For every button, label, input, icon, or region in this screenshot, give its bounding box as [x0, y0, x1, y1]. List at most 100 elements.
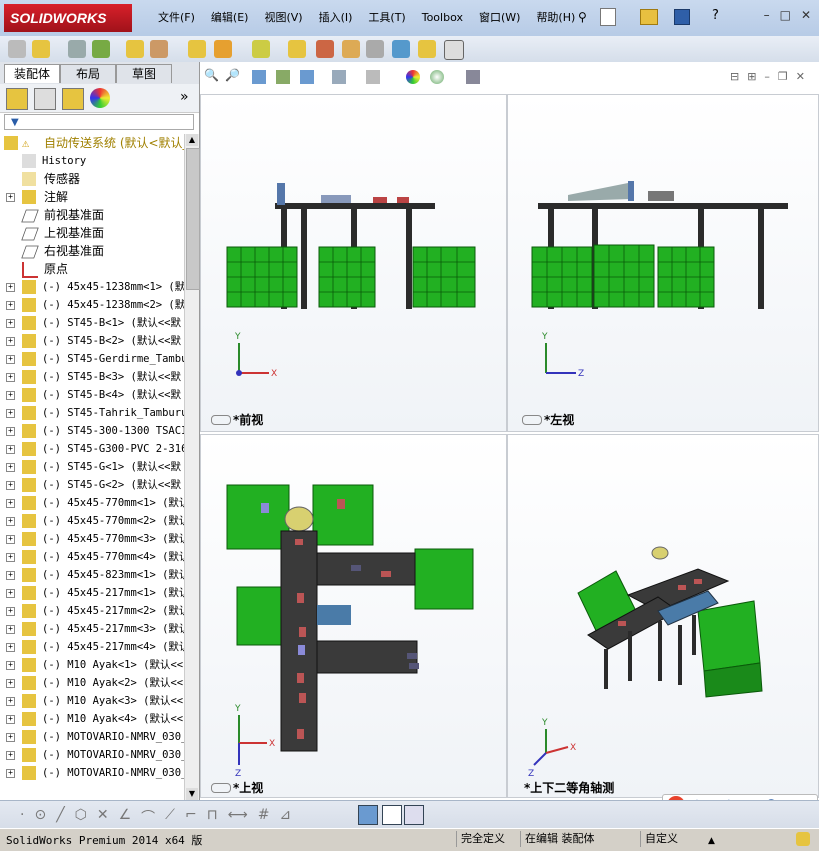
- tree-item[interactable]: + (-) ST45-G<1> (默认<<默: [0, 458, 184, 476]
- edit-appearance-icon[interactable]: [406, 70, 420, 84]
- expand-toggle-icon[interactable]: +: [6, 355, 15, 364]
- tree-item[interactable]: + (-) MOTOVARIO-NMRV_030_: [0, 746, 184, 764]
- tree-item[interactable]: + (-) ST45-G<2> (默认<<默: [0, 476, 184, 494]
- expand-toggle-icon[interactable]: +: [6, 337, 15, 346]
- expand-toggle-icon[interactable]: +: [6, 769, 15, 778]
- expand-toggle-icon[interactable]: +: [6, 391, 15, 400]
- tree-item[interactable]: + (-) 45x45-217mm<4> (默认: [0, 638, 184, 656]
- circle-icon[interactable]: ⊙: [34, 807, 46, 827]
- exploded-view-icon[interactable]: [342, 40, 360, 58]
- tree-item[interactable]: + (-) 45x45-1238mm<2> (默: [0, 296, 184, 314]
- take-snapshot-icon[interactable]: [444, 40, 464, 60]
- expand-toggle-icon[interactable]: +: [6, 445, 15, 454]
- new-motion-study-icon[interactable]: [288, 40, 306, 58]
- units-dropdown-icon[interactable]: ▲: [708, 831, 715, 851]
- tab-layout[interactable]: 布局: [60, 64, 116, 83]
- viewport-top[interactable]: Y X Z *上视: [200, 434, 507, 798]
- viewport-restore-icon[interactable]: ❐: [778, 70, 788, 83]
- previous-view-icon[interactable]: [252, 70, 266, 84]
- expand-toggle-icon[interactable]: +: [6, 517, 15, 526]
- tree-item[interactable]: + (-) M10 Ayak<4> (默认<<: [0, 710, 184, 728]
- tree-item[interactable]: + (-) ST45-B<2> (默认<<默: [0, 332, 184, 350]
- tree-item[interactable]: + (-) 45x45-770mm<2> (默认: [0, 512, 184, 530]
- expand-toggle-icon[interactable]: +: [6, 733, 15, 742]
- tab-assembly[interactable]: 装配体: [4, 64, 60, 83]
- expand-toggle-icon[interactable]: +: [6, 751, 15, 760]
- tree-item[interactable]: + (-) 45x45-823mm<1> (默认: [0, 566, 184, 584]
- instant3d-icon[interactable]: [392, 40, 410, 58]
- tree-item[interactable]: 上视基准面: [0, 224, 184, 242]
- tree-item[interactable]: + (-) M10 Ayak<1> (默认<<: [0, 656, 184, 674]
- shaded-view-icon[interactable]: [358, 805, 378, 825]
- menu-help[interactable]: 帮助(H): [528, 9, 583, 27]
- tree-scrollbar[interactable]: ▲ ▼: [184, 134, 200, 800]
- expand-toggle-icon[interactable]: +: [6, 193, 15, 202]
- tree-item[interactable]: + (-) MOTOVARIO-NMRV_030_: [0, 728, 184, 746]
- expand-toggle-icon[interactable]: +: [6, 463, 15, 472]
- show-hidden-icon[interactable]: [188, 40, 206, 58]
- assembly-icon[interactable]: [8, 40, 26, 58]
- assembly-features-icon[interactable]: [214, 40, 232, 58]
- move-component-icon[interactable]: [150, 40, 168, 58]
- tree-item[interactable]: + (-) ST45-B<4> (默认<<默: [0, 386, 184, 404]
- property-manager-icon[interactable]: [34, 88, 56, 110]
- graphics-area[interactable]: 🔍 🔎 ⊟ ⊞ – ❐ ✕ Y X *前视 Y Z *左视 Y X Z *上视 …: [200, 62, 819, 816]
- view-orientation-icon[interactable]: [300, 70, 314, 84]
- expand-toggle-icon[interactable]: +: [6, 697, 15, 706]
- corner-icon[interactable]: ⌐: [185, 807, 197, 827]
- expand-toggle-icon[interactable]: +: [6, 535, 15, 544]
- reference-geometry-icon[interactable]: [252, 40, 270, 58]
- viewport-tile-icon[interactable]: ⊟: [730, 70, 739, 83]
- expand-toggle-icon[interactable]: +: [6, 607, 15, 616]
- expand-toggle-icon[interactable]: +: [6, 427, 15, 436]
- filter-icon[interactable]: ▼: [11, 117, 19, 128]
- tree-item[interactable]: + (-) 45x45-1238mm<1> (默: [0, 278, 184, 296]
- tree-item[interactable]: + (-) MOTOVARIO-NMRV_030_: [0, 764, 184, 782]
- polygon-icon[interactable]: ⬡: [75, 807, 87, 827]
- tree-item[interactable]: + (-) 45x45-217mm<3> (默认: [0, 620, 184, 638]
- expand-toggle-icon[interactable]: +: [6, 571, 15, 580]
- scroll-thumb[interactable]: [186, 148, 200, 290]
- configuration-manager-icon[interactable]: [62, 88, 84, 110]
- expand-toggle-icon[interactable]: +: [6, 589, 15, 598]
- viewport-close-icon[interactable]: ✕: [796, 70, 805, 83]
- status-units[interactable]: 自定义: [640, 831, 682, 847]
- menu-window[interactable]: 窗口(W): [471, 9, 528, 27]
- maximize-button[interactable]: □: [780, 8, 791, 22]
- view-orientation-toggle-icon[interactable]: [211, 783, 231, 793]
- tree-root[interactable]: ⚠ 自动传送系统 (默认<默认_: [0, 134, 184, 152]
- tree-item[interactable]: History: [0, 152, 184, 170]
- menu-tools[interactable]: 工具(T): [360, 9, 413, 27]
- line-icon[interactable]: ╱: [56, 807, 64, 827]
- rebuild-status-icon[interactable]: [796, 832, 810, 846]
- save-icon[interactable]: [674, 9, 690, 25]
- tree-item[interactable]: 传感器: [0, 170, 184, 188]
- linear-pattern-icon[interactable]: [92, 40, 110, 58]
- zoom-area-icon[interactable]: 🔎: [225, 68, 240, 82]
- expand-toggle-icon[interactable]: +: [6, 625, 15, 634]
- expand-toggle-icon[interactable]: +: [6, 499, 15, 508]
- tree-item[interactable]: + (-) ST45-Tahrik_Tamburu: [0, 404, 184, 422]
- feature-manager-icon[interactable]: [6, 88, 28, 110]
- expand-panel-icon[interactable]: »: [180, 89, 189, 105]
- viewport-isometric[interactable]: Y X Z *上下二等角轴测: [507, 434, 819, 798]
- view-orientation-toggle-icon[interactable]: [522, 415, 542, 425]
- viewport-left[interactable]: Y Z *左视: [507, 94, 819, 432]
- tree-item[interactable]: + (-) ST45-B<3> (默认<<默: [0, 368, 184, 386]
- expand-toggle-icon[interactable]: +: [6, 301, 15, 310]
- scroll-down-icon[interactable]: ▼: [186, 788, 198, 800]
- expand-toggle-icon[interactable]: +: [6, 409, 15, 418]
- fillet-icon[interactable]: ⌒: [141, 807, 155, 827]
- expand-toggle-icon[interactable]: +: [6, 373, 15, 382]
- relation-icon[interactable]: ⊿: [279, 807, 291, 827]
- mate-icon[interactable]: [68, 40, 86, 58]
- grid-icon[interactable]: #: [258, 807, 270, 827]
- point-icon[interactable]: ·: [20, 807, 24, 827]
- tree-item[interactable]: + (-) 45x45-770mm<4> (默认: [0, 548, 184, 566]
- tree-item[interactable]: + (-) ST45-B<1> (默认<<默: [0, 314, 184, 332]
- expand-toggle-icon[interactable]: +: [6, 679, 15, 688]
- tree-item[interactable]: + (-) ST45-300-1300 TSACI: [0, 422, 184, 440]
- bill-of-materials-icon[interactable]: [316, 40, 334, 58]
- tree-item[interactable]: 前视基准面: [0, 206, 184, 224]
- menu-toolbox[interactable]: Toolbox: [414, 9, 471, 27]
